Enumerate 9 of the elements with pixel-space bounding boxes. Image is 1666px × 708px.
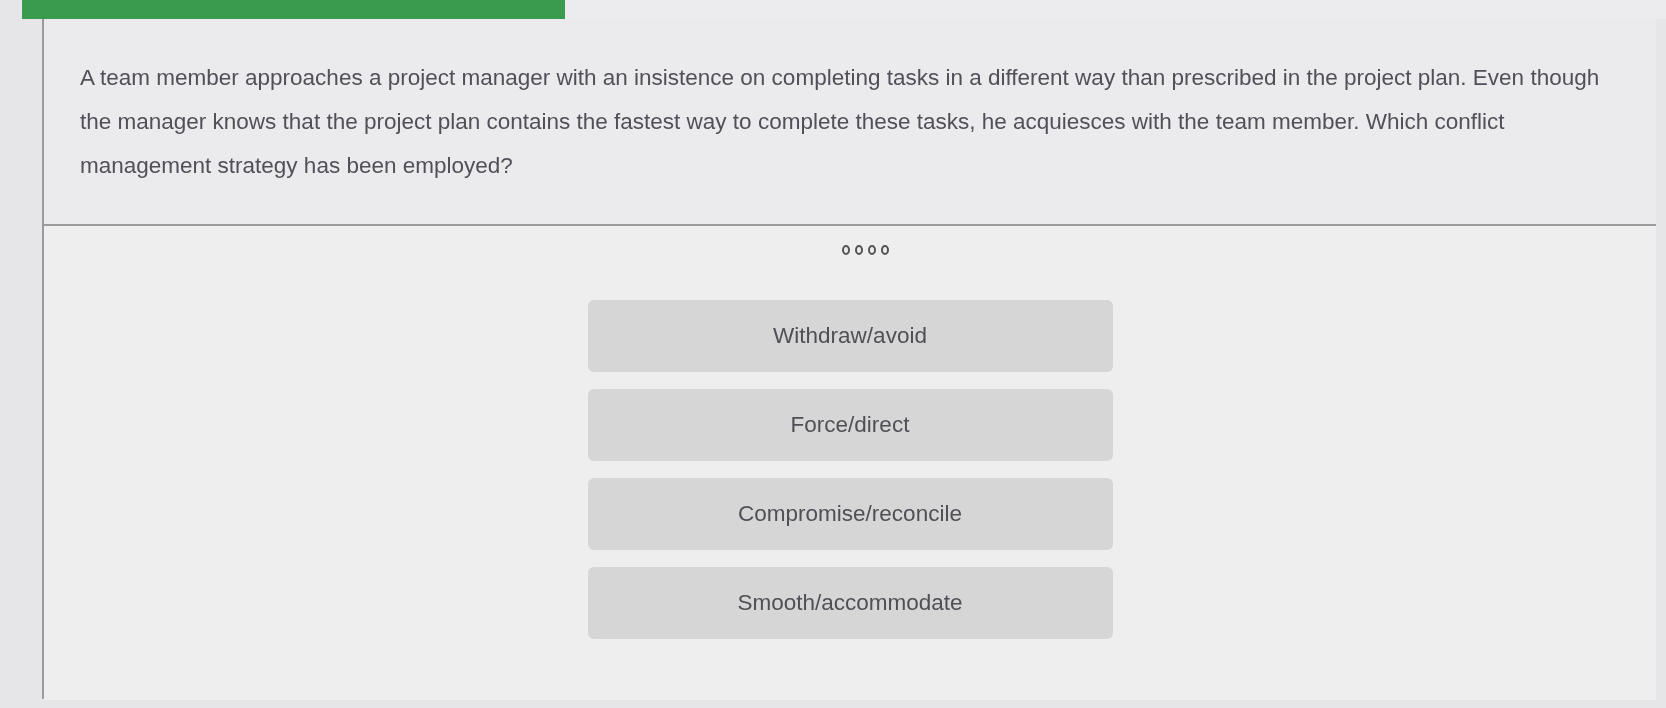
pager-dot[interactable] — [880, 245, 889, 255]
answer-option[interactable]: Force/direct — [587, 389, 1113, 461]
answer-option[interactable]: Smooth/accommodate — [587, 567, 1113, 639]
pager-dot[interactable] — [867, 245, 876, 255]
answer-option[interactable]: Compromise/reconcile — [587, 478, 1113, 550]
answer-option[interactable]: Withdraw/avoid — [587, 300, 1113, 372]
pager-dot[interactable] — [841, 245, 850, 255]
pager-dot[interactable] — [854, 245, 863, 255]
question-text: A team member approaches a project manager with an insistence on completing tasks in a different way than prescribed in the project plan. Even though the manager knows that the project plan contains the fastest way to complete these tasks, he acquiesces with the team member. Which conflict management strategy has been employed? — [80, 64, 1601, 180]
